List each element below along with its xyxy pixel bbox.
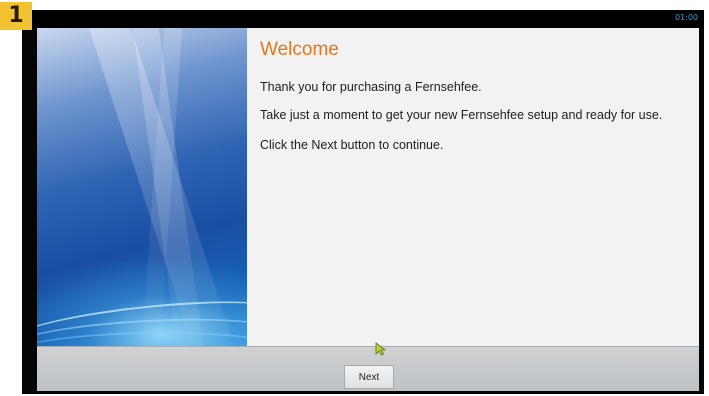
navigation-bar: Next <box>37 346 699 391</box>
welcome-text-instruction: Click the Next button to continue. <box>260 138 444 152</box>
tv-screen: 01:00 Welcome Thank you for purchasing a… <box>22 10 704 394</box>
welcome-text-thanks: Thank you for purchasing a Fernsehfee. <box>260 80 482 94</box>
status-clock: 01:00 <box>674 13 698 22</box>
pointer-cursor-icon <box>375 342 387 356</box>
status-bar: 01:00 <box>22 10 704 28</box>
welcome-content-panel: Welcome Thank you for purchasing a Ferns… <box>247 28 699 350</box>
step-number-badge: 1 <box>0 2 32 30</box>
next-button[interactable]: Next <box>344 365 394 389</box>
decorative-banner-image <box>37 28 247 350</box>
page-title: Welcome <box>260 39 339 60</box>
page: 1 01:00 Welcome Thank you for purchasing… <box>0 0 709 396</box>
welcome-text-setup: Take just a moment to get your new Ferns… <box>260 108 663 122</box>
